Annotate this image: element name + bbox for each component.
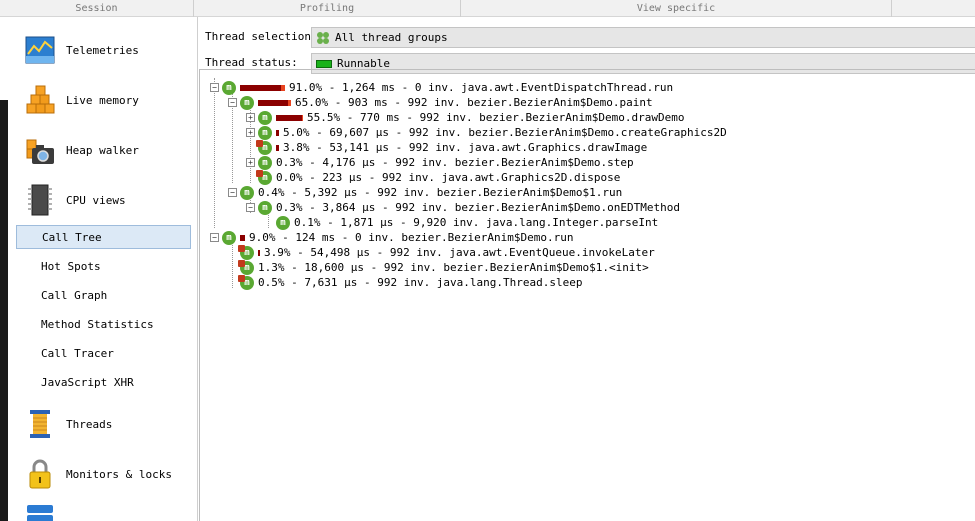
view-sidebar: Telemetries Live memory Heap walker CPU … [8, 17, 198, 521]
method-icon: m [276, 215, 290, 230]
method-icon: m [222, 80, 236, 95]
time-bar [276, 144, 279, 151]
method-icon: m [238, 244, 254, 260]
sidebar-item-label: Heap walker [66, 143, 139, 157]
sidebar-item-cpu-views[interactable]: CPU views [8, 179, 198, 221]
time-bar [276, 129, 279, 136]
node-label: 0.0% - 223 µs - 992 inv. java.awt.Graphi… [276, 171, 621, 184]
method-icon: m [258, 200, 272, 215]
tree-row[interactable]: − m 91.0% - 1,264 ms - 0 inv. java.awt.E… [210, 80, 673, 95]
method-icon: m [256, 139, 272, 155]
thread-group-icon [317, 31, 329, 44]
sidebar-item-live-memory[interactable]: Live memory [8, 79, 198, 121]
method-icon: m [240, 95, 254, 110]
database-icon [27, 505, 53, 521]
sidebar-item-heap-walker[interactable]: Heap walker [8, 129, 198, 171]
cpu-subitem-javascript-xhr[interactable]: JavaScript XHR [16, 371, 191, 395]
expand-toggle[interactable]: + [246, 158, 255, 167]
tree-row[interactable]: − m 9.0% - 124 ms - 0 inv. bezier.Bezier… [210, 230, 574, 245]
node-label: 55.5% - 770 ms - 992 inv. bezier.BezierA… [307, 111, 685, 124]
time-bar [258, 249, 260, 256]
sidebar-item-threads[interactable]: Threads [8, 403, 198, 445]
node-label: 9.0% - 124 ms - 0 inv. bezier.BezierAnim… [249, 231, 574, 244]
tree-row[interactable]: − m 0.4% - 5,392 µs - 992 inv. bezier.Be… [228, 185, 622, 200]
time-bar [276, 114, 303, 121]
session-group-label: Session [0, 0, 194, 17]
expand-toggle[interactable]: + [246, 113, 255, 122]
method-icon: m [258, 155, 272, 170]
collapse-toggle[interactable]: − [228, 98, 237, 107]
toolbar-group-headers: Session Profiling View specific [0, 0, 975, 17]
sidebar-item-label: Live memory [66, 93, 139, 107]
profiling-group-label: Profiling [194, 0, 461, 17]
telemetries-icon [25, 36, 55, 64]
collapse-toggle[interactable]: − [246, 203, 255, 212]
heap-walker-icon [26, 139, 54, 164]
node-label: 0.3% - 3,864 µs - 992 inv. bezier.Bezier… [276, 201, 680, 214]
collapse-toggle[interactable]: − [210, 233, 219, 242]
node-label: 91.0% - 1,264 ms - 0 inv. java.awt.Event… [289, 81, 674, 94]
view-specific-group-label: View specific [461, 0, 892, 17]
tree-row[interactable]: m 0.5% - 7,631 µs - 992 inv. java.lang.T… [238, 274, 583, 290]
sidebar-item-label: Monitors & locks [66, 467, 172, 481]
cpu-subitem-call-graph[interactable]: Call Graph [16, 284, 191, 308]
tree-row[interactable]: − m 0.3% - 3,864 µs - 992 inv. bezier.Be… [246, 200, 680, 215]
runnable-status-swatch [316, 59, 332, 68]
tree-row[interactable]: m 3.9% - 54,498 µs - 992 inv. java.awt.E… [238, 244, 655, 260]
thread-selection-value: All thread groups [335, 31, 448, 44]
cpu-subitem-call-tracer[interactable]: Call Tracer [16, 342, 191, 366]
time-bar [240, 234, 245, 241]
tree-guide [214, 78, 215, 228]
tree-row[interactable]: m 3.8% - 53,141 µs - 992 inv. java.awt.G… [256, 139, 648, 155]
node-label: 0.5% - 7,631 µs - 992 inv. java.lang.Thr… [258, 276, 583, 289]
node-label: 3.9% - 54,498 µs - 992 inv. java.awt.Eve… [264, 246, 655, 259]
method-icon: m [258, 125, 272, 140]
node-label: 3.8% - 53,141 µs - 992 inv. java.awt.Gra… [283, 141, 648, 154]
collapse-toggle[interactable]: − [228, 188, 237, 197]
method-icon: m [258, 110, 272, 125]
call-tree: − m 91.0% - 1,264 ms - 0 inv. java.awt.E… [199, 69, 975, 521]
tree-row[interactable]: m 0.0% - 223 µs - 992 inv. java.awt.Grap… [256, 169, 621, 185]
thread-selection-label: Thread selection: [205, 30, 318, 43]
cpu-subitem-hot-spots[interactable]: Hot Spots [16, 255, 191, 279]
tree-row[interactable]: m 1.3% - 18,600 µs - 992 inv. bezier.Bez… [238, 259, 649, 275]
node-label: 65.0% - 903 ms - 992 inv. bezier.BezierA… [295, 96, 653, 109]
method-icon: m [222, 230, 236, 245]
sidebar-item-label: CPU views [66, 193, 126, 207]
tree-row[interactable]: + m 5.0% - 69,607 µs - 992 inv. bezier.B… [246, 125, 727, 140]
node-label: 0.1% - 1,871 µs - 9,920 inv. java.lang.I… [294, 216, 659, 229]
live-memory-icon [26, 85, 55, 114]
node-label: 5.0% - 69,607 µs - 992 inv. bezier.Bezie… [283, 126, 727, 139]
time-bar [240, 84, 285, 91]
tree-row[interactable]: − m 65.0% - 903 ms - 992 inv. bezier.Bez… [228, 95, 653, 110]
tree-row[interactable]: m 0.1% - 1,871 µs - 9,920 inv. java.lang… [276, 215, 658, 230]
cpu-views-icon [28, 184, 52, 216]
node-label: 0.3% - 4,176 µs - 992 inv. bezier.Bezier… [276, 156, 634, 169]
collapse-toggle[interactable]: − [210, 83, 219, 92]
lock-icon [29, 459, 51, 489]
call-tree-view: Thread selection: All thread groups Thre… [199, 17, 975, 521]
tree-guide [232, 243, 233, 288]
cpu-subitem-call-tree[interactable]: Call Tree [16, 225, 191, 249]
time-bar [258, 99, 291, 106]
sidebar-item-monitors-locks[interactable]: Monitors & locks [8, 453, 198, 495]
method-icon: m [238, 274, 254, 290]
threads-icon [30, 410, 50, 438]
sidebar-item-label: Telemetries [66, 43, 139, 57]
sidebar-item-telemetries[interactable]: Telemetries [8, 29, 198, 71]
method-icon: m [256, 169, 272, 185]
cpu-subitem-method-statistics[interactable]: Method Statistics [16, 313, 191, 337]
method-icon: m [240, 185, 254, 200]
method-icon: m [238, 259, 254, 275]
tree-row[interactable]: + m 55.5% - 770 ms - 992 inv. bezier.Bez… [246, 110, 685, 125]
expand-toggle[interactable]: + [246, 128, 255, 137]
sidebar-item-next[interactable] [8, 501, 198, 521]
node-label: 0.4% - 5,392 µs - 992 inv. bezier.Bezier… [258, 186, 623, 199]
tree-guide [268, 213, 269, 228]
window-edge [0, 100, 8, 521]
tree-row[interactable]: + m 0.3% - 4,176 µs - 992 inv. bezier.Be… [246, 155, 634, 170]
node-label: 1.3% - 18,600 µs - 992 inv. bezier.Bezie… [258, 261, 649, 274]
thread-selection-dropdown[interactable]: All thread groups [311, 27, 975, 48]
sidebar-item-label: Threads [66, 417, 113, 431]
